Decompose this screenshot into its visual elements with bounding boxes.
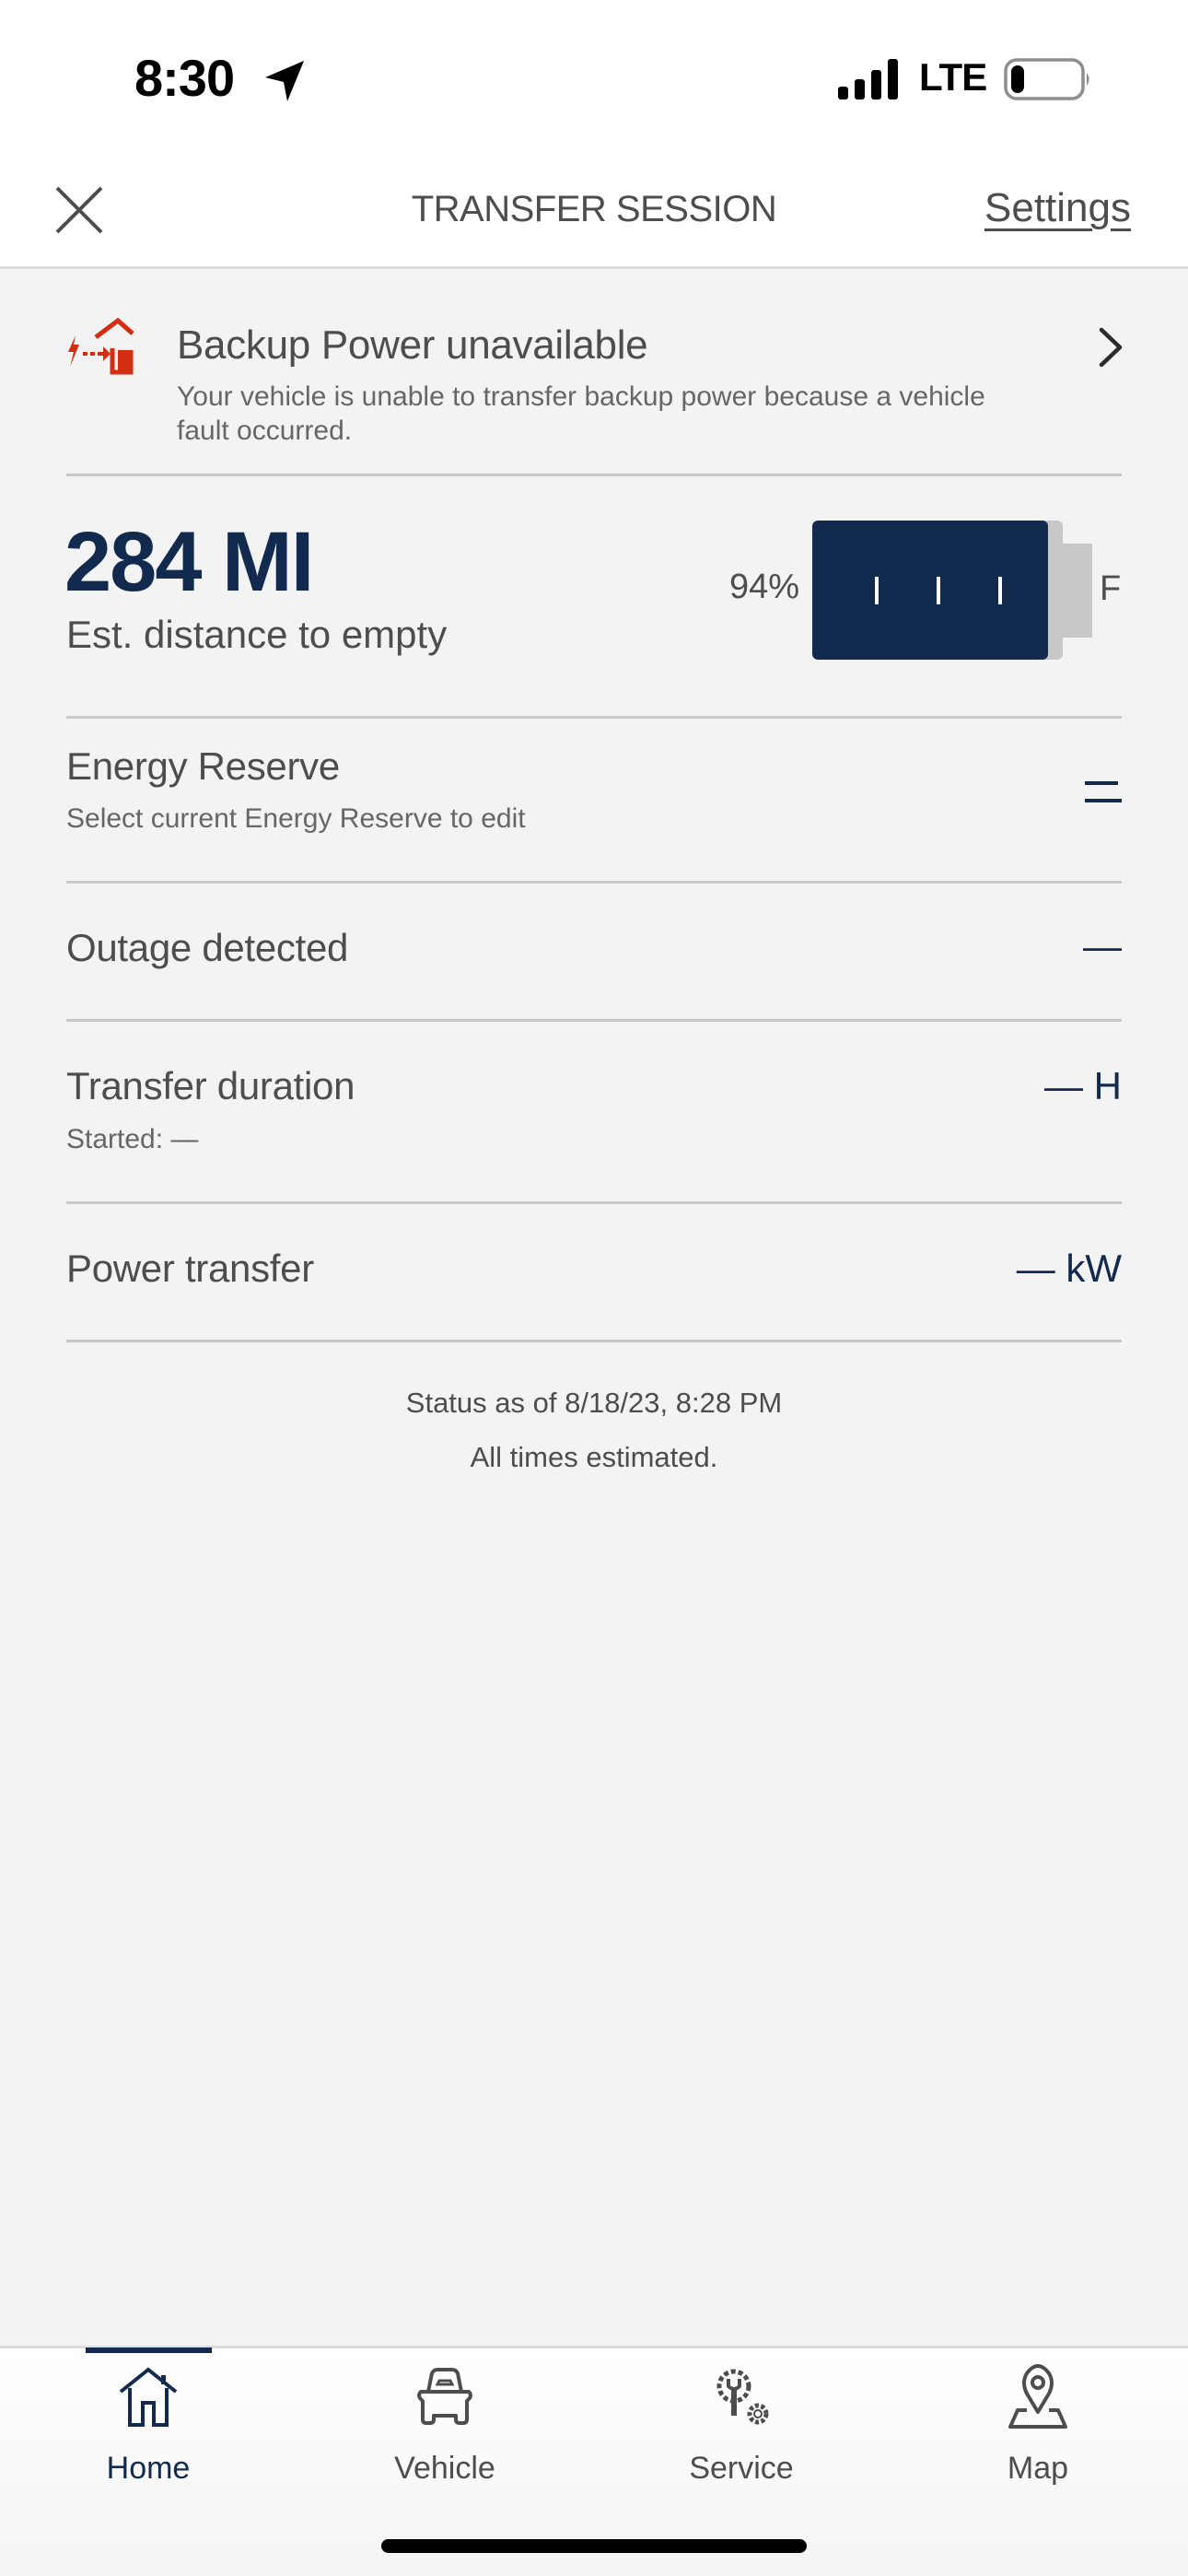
range-value: 284 MI	[64, 515, 314, 609]
battery-full-label: F	[1100, 569, 1122, 608]
transfer-duration-title: Transfer duration	[66, 1064, 355, 1107]
divider	[66, 474, 1122, 476]
divider	[66, 1019, 1122, 1022]
tab-vehicle-label: Vehicle	[394, 2451, 495, 2486]
energy-reserve-value[interactable]	[1085, 774, 1122, 813]
backup-power-fault-icon	[68, 317, 134, 375]
location-arrow-icon	[265, 61, 304, 101]
divider	[66, 1340, 1122, 1342]
power-transfer-title: Power transfer	[66, 1247, 314, 1290]
outage-detected-title: Outage detected	[66, 926, 349, 969]
tab-service[interactable]: Service	[649, 2364, 833, 2493]
battery-tick	[875, 577, 879, 604]
battery-icon	[1004, 58, 1089, 100]
tab-vehicle[interactable]: Vehicle	[353, 2364, 537, 2493]
map-pin-icon	[1008, 2364, 1067, 2429]
alert-body: Your vehicle is unable to transfer backu…	[177, 381, 985, 446]
status-timestamp: Status as of 8/18/23, 8:28 PM	[405, 1387, 783, 1419]
signal-icon	[838, 59, 898, 100]
battery-tick	[937, 577, 940, 604]
transfer-duration-value: — H	[1044, 1064, 1122, 1107]
energy-reserve-underline	[1085, 799, 1122, 802]
tab-home-label: Home	[106, 2451, 191, 2486]
energy-reserve-subtitle: Select current Energy Reserve to edit	[66, 803, 526, 834]
battery-tip	[1063, 544, 1092, 638]
range-label: Est. distance to empty	[66, 613, 448, 656]
service-icon	[716, 2369, 769, 2425]
battery-percent: 94%	[728, 568, 799, 606]
tab-service-label: Service	[689, 2451, 794, 2486]
status-note: All times estimated.	[470, 1441, 718, 1473]
status-bar-time: 8:30	[134, 49, 235, 107]
vehicle-battery-gauge	[812, 521, 1063, 660]
tab-map[interactable]: Map	[946, 2364, 1130, 2493]
active-tab-indicator	[86, 2348, 212, 2353]
battery-fill	[812, 521, 1048, 660]
alert-title: Backup Power unavailable	[177, 322, 648, 368]
divider	[66, 881, 1122, 884]
settings-link[interactable]: Settings	[984, 185, 1131, 231]
tab-home[interactable]: Home	[56, 2364, 240, 2493]
outage-detected-value: —	[1083, 924, 1122, 967]
network-type: LTE	[919, 55, 987, 99]
battery-tick	[998, 577, 1002, 604]
energy-reserve-row[interactable]	[0, 719, 1188, 880]
energy-reserve-dash	[1085, 781, 1118, 785]
home-icon	[119, 2367, 178, 2427]
power-transfer-value: — kW	[1016, 1247, 1122, 1290]
chevron-right-icon[interactable]	[1096, 326, 1125, 369]
divider	[66, 1201, 1122, 1204]
energy-reserve-title: Energy Reserve	[66, 744, 340, 788]
transfer-started: Started: —	[66, 1124, 199, 1154]
home-indicator[interactable]	[381, 2539, 807, 2553]
vehicle-icon	[417, 2368, 472, 2425]
tab-map-label: Map	[1007, 2451, 1069, 2486]
